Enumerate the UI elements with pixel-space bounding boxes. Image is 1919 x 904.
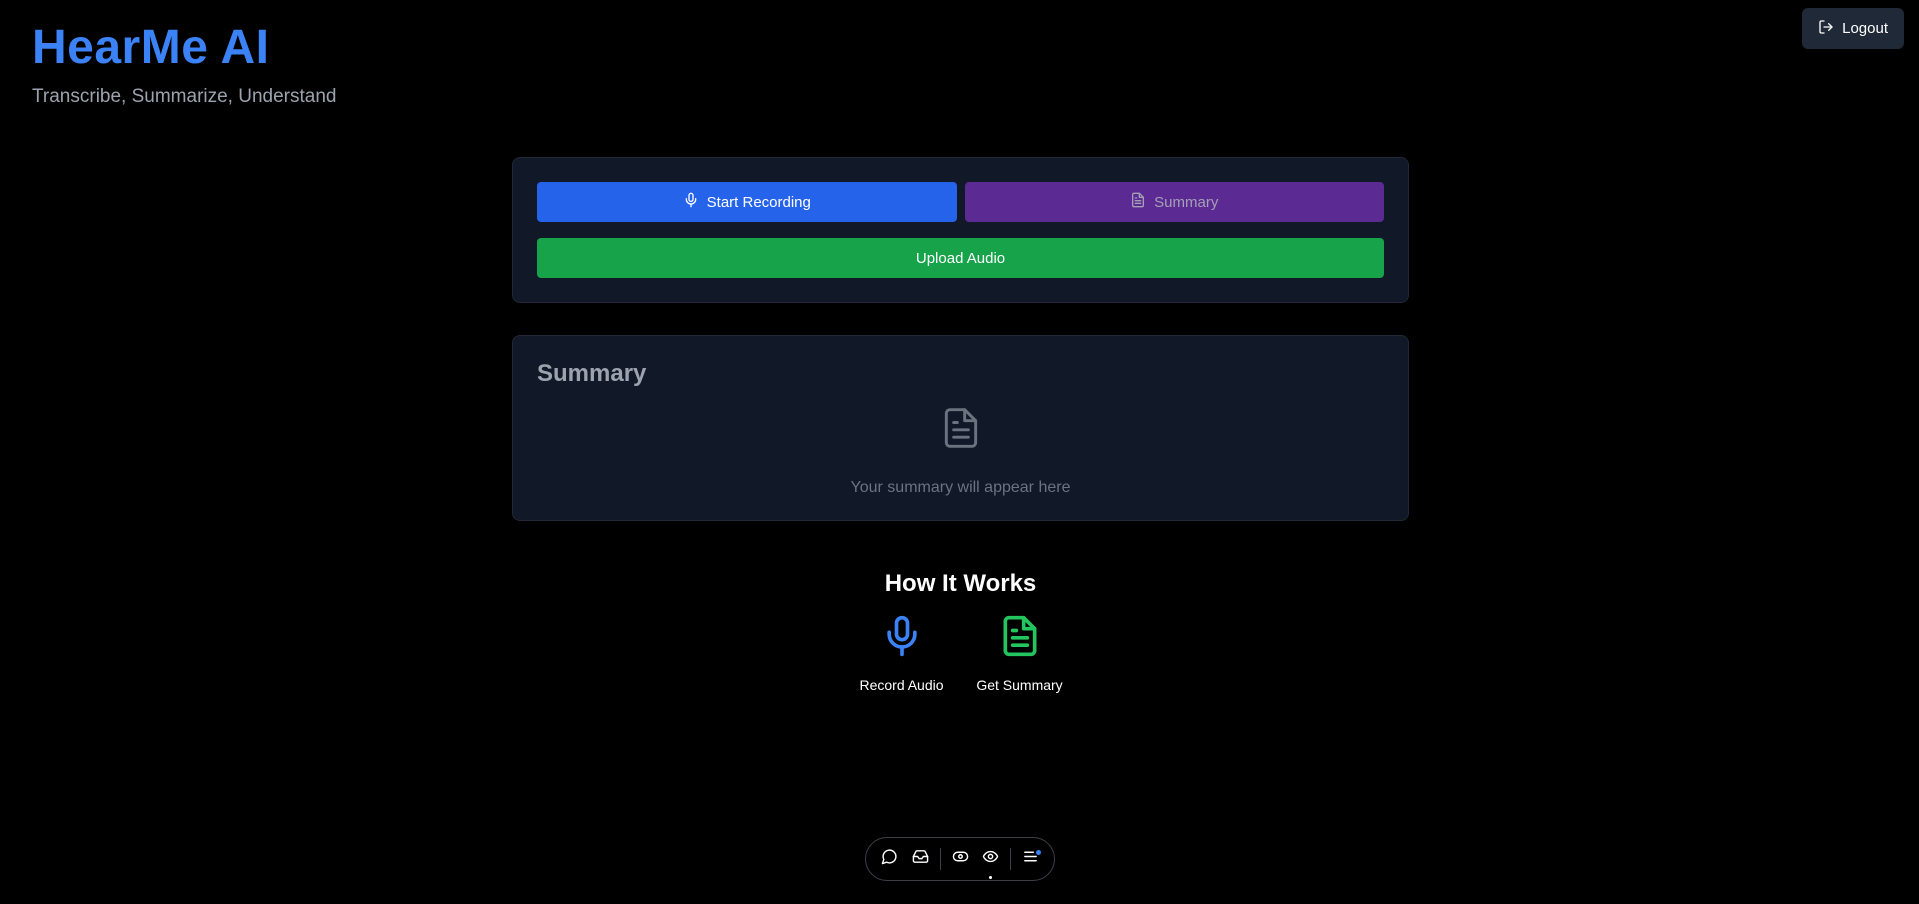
chat-button[interactable] [874,843,905,875]
bottom-toolbar [865,837,1055,881]
summary-empty-state: Your summary will appear here [537,404,1384,497]
document-icon [939,404,983,457]
logout-button[interactable]: Logout [1802,8,1904,49]
summary-card: Summary Your summary will appear here [512,335,1409,521]
summary-placeholder-text: Your summary will appear here [850,479,1071,496]
summary-button[interactable]: Summary [964,182,1384,222]
step-label: Record Audio [859,677,944,693]
logout-icon [1818,19,1834,39]
menu-button[interactable] [1015,843,1046,875]
step-label: Get Summary [976,677,1063,693]
app-subtitle: Transcribe, Summarize, Understand [32,86,337,107]
brand-header: HearMe AI Transcribe, Summarize, Underst… [32,20,336,108]
chat-icon [881,848,898,870]
how-it-works-title: How It Works [884,570,1037,597]
active-indicator [989,876,993,879]
toolbar-divider [1010,848,1012,870]
controls-card: Start Recording Summary Upload Audio [512,157,1409,303]
toggle-button[interactable] [945,843,976,875]
notification-dot [1036,850,1041,855]
step-get-summary: Get Summary [976,612,1063,693]
step-record-audio: Record Audio [859,612,945,693]
start-recording-label: Start Recording [706,193,811,211]
summary-title: Summary [537,360,647,387]
preview-button[interactable] [975,843,1006,879]
toolbar-divider [939,848,941,870]
upload-audio-label: Upload Audio [915,249,1006,267]
document-icon [998,612,1042,665]
inbox-icon [912,848,929,870]
start-recording-button[interactable]: Start Recording [537,182,957,222]
upload-audio-button[interactable]: Upload Audio [537,238,1384,278]
app-title: HearMe AI [32,21,270,74]
toggle-icon [952,848,969,870]
document-icon [1130,192,1146,212]
microphone-icon [880,612,924,665]
how-it-works-section: How It Works Record Audio Get Summary [0,570,1919,693]
microphone-icon [683,192,699,212]
logout-label: Logout [1842,20,1888,37]
summary-button-label: Summary [1154,193,1219,211]
eye-icon [982,848,999,870]
inbox-button[interactable] [905,843,936,875]
